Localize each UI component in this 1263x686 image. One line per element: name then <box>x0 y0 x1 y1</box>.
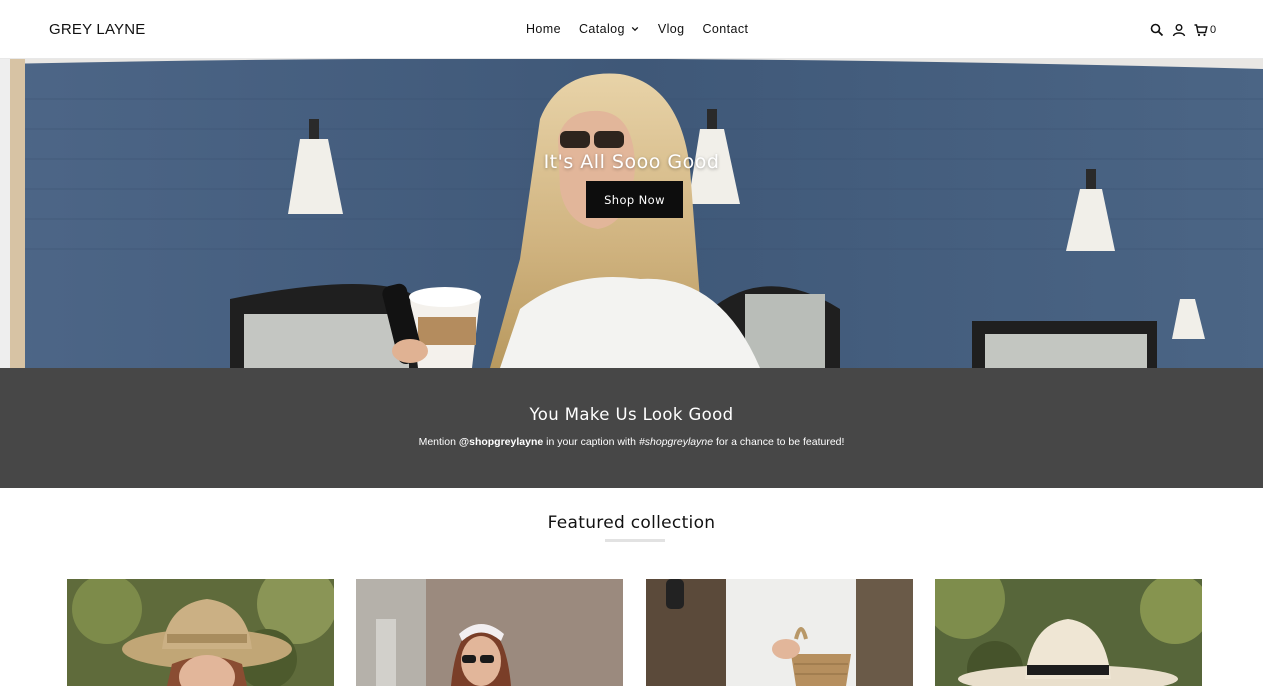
nav-home[interactable]: Home <box>526 22 561 36</box>
nav-contact[interactable]: Contact <box>702 22 748 36</box>
product-card-2[interactable] <box>356 579 623 686</box>
product-image-headband <box>356 579 623 686</box>
product-card-3[interactable] <box>646 579 913 686</box>
banner-text: Mention @shopgreylayne in your caption w… <box>0 436 1263 448</box>
featured-divider <box>605 539 665 542</box>
banner-text-prefix: Mention <box>418 436 459 448</box>
main-nav: Home Catalog Vlog Contact <box>526 22 748 36</box>
banner-title: You Make Us Look Good <box>529 405 734 424</box>
product-card-4[interactable] <box>935 579 1202 686</box>
featured-title: Featured collection <box>547 513 716 533</box>
product-image-panama-hat <box>935 579 1202 686</box>
account-icon[interactable] <box>1172 23 1186 37</box>
banner-text-middle: in your caption with <box>543 436 639 448</box>
product-image-straw-hat <box>67 579 334 686</box>
site-logo[interactable]: GREY LAYNE <box>49 21 145 38</box>
hero-title: It's All Sooo Good <box>543 151 720 173</box>
instagram-handle: @shopgreylayne <box>458 436 544 448</box>
nav-vlog[interactable]: Vlog <box>658 22 685 36</box>
ugc-banner: You Make Us Look Good Mention @shopgreyl… <box>0 368 1263 488</box>
cart-icon[interactable] <box>1194 23 1208 37</box>
hero-banner: It's All Sooo Good Shop Now <box>0 59 1263 368</box>
hashtag: #shopgreylayne <box>638 436 714 448</box>
cart-count[interactable]: 0 <box>1210 24 1216 36</box>
shop-now-button[interactable]: Shop Now <box>586 181 683 218</box>
nav-catalog-label: Catalog <box>578 22 625 36</box>
site-header: GREY LAYNE Home Catalog Vlog Contact 0 <box>0 0 1263 59</box>
search-icon[interactable] <box>1150 23 1164 37</box>
chevron-down-icon <box>631 26 639 32</box>
product-image-straw-bag <box>646 579 913 686</box>
product-card-1[interactable] <box>67 579 334 686</box>
nav-catalog[interactable]: Catalog <box>579 22 639 36</box>
banner-text-suffix: for a chance to be featured! <box>713 436 845 448</box>
header-icons: 0 <box>1150 23 1216 37</box>
